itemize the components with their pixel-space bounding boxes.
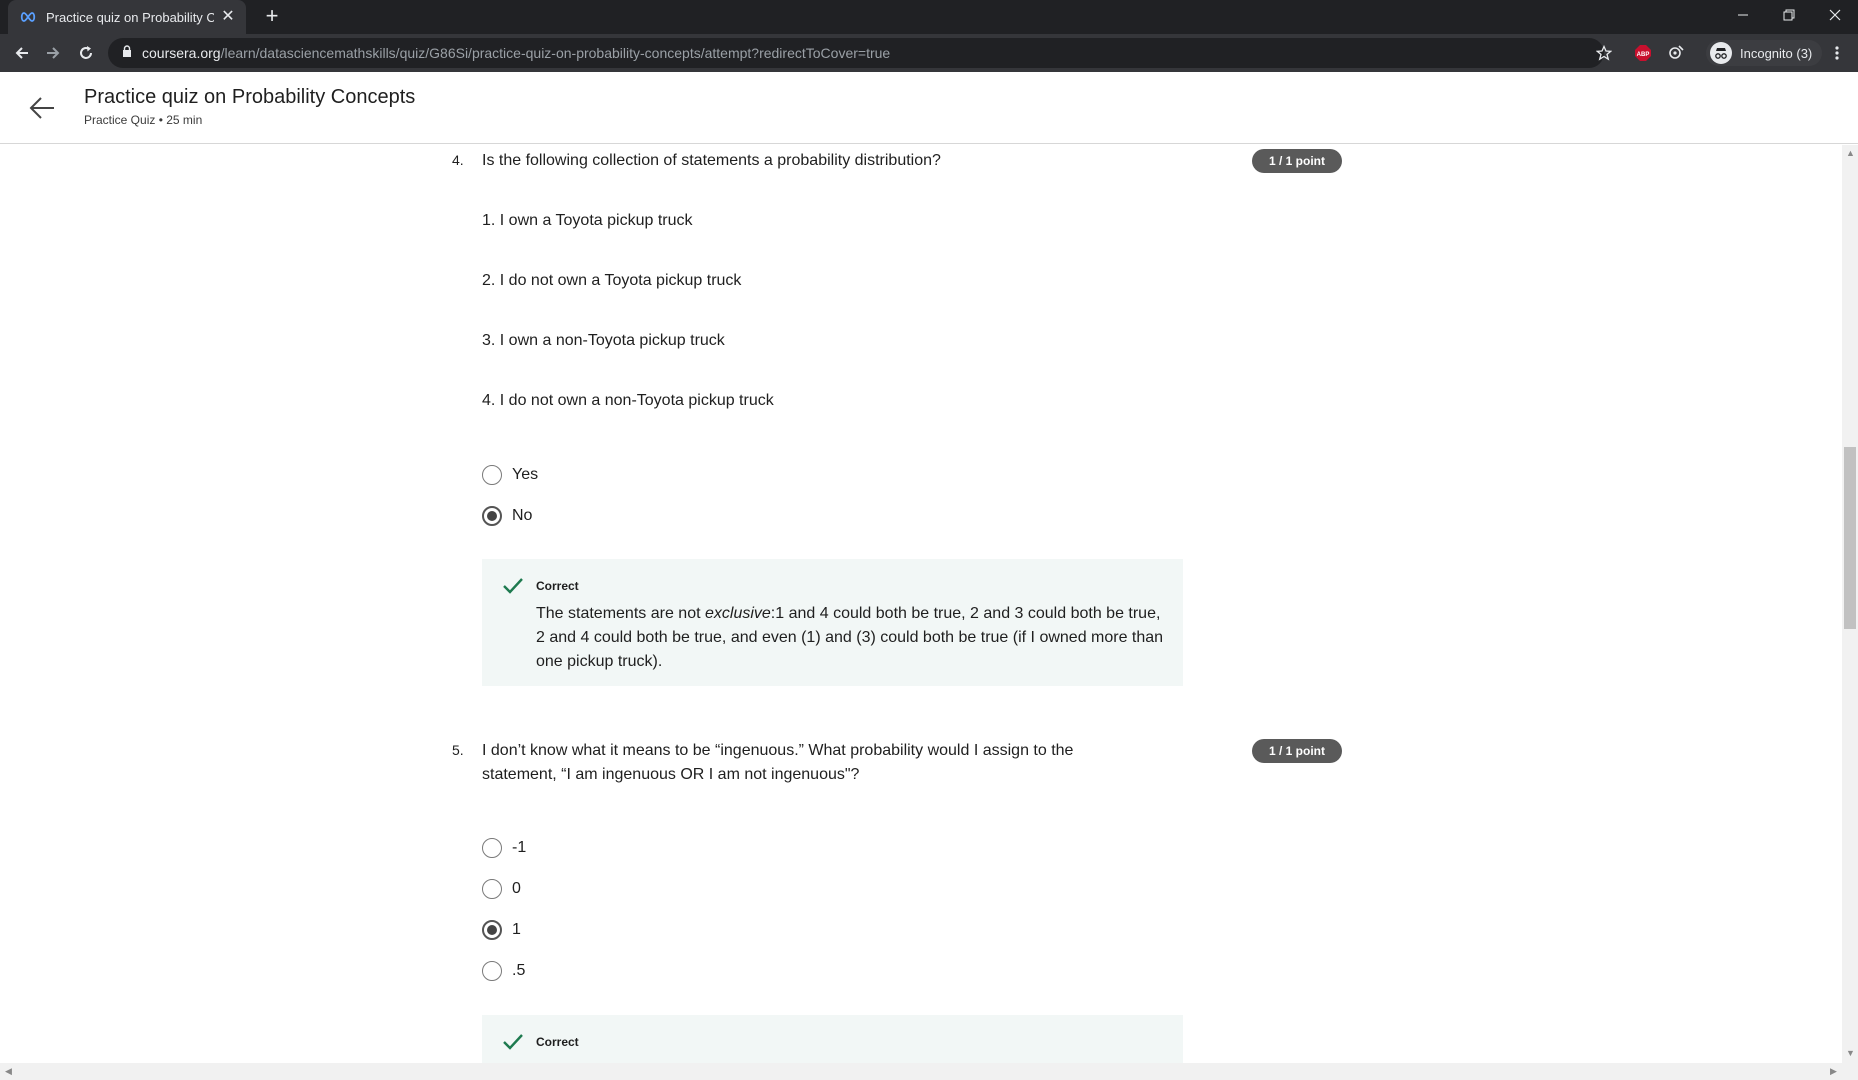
scroll-right-arrow-icon[interactable]: ▶ bbox=[1830, 1066, 1837, 1077]
incognito-profile-button[interactable]: Incognito (3) bbox=[1706, 40, 1823, 66]
scroll-left-arrow-icon[interactable]: ◀ bbox=[5, 1066, 12, 1077]
incognito-icon bbox=[1710, 42, 1732, 64]
option-label: Yes bbox=[512, 466, 539, 483]
statement-3: 3. I own a non-Toyota pickup truck bbox=[482, 332, 725, 349]
radio-button[interactable] bbox=[482, 465, 502, 485]
feedback-box: Correct bbox=[482, 1015, 1183, 1063]
option-1[interactable]: 1 bbox=[482, 919, 521, 941]
checkmark-icon bbox=[503, 578, 523, 594]
feedback-box: Correct The statements are not exclusive… bbox=[482, 559, 1183, 686]
browser-toolbar: coursera.org/learn/datasciencemathskills… bbox=[0, 34, 1858, 72]
address-bar[interactable]: coursera.org/learn/datasciencemathskills… bbox=[108, 38, 1604, 68]
forward-icon[interactable] bbox=[41, 41, 65, 65]
option-yes[interactable]: Yes bbox=[482, 464, 538, 486]
radio-button[interactable] bbox=[482, 838, 502, 858]
svg-text:ABP: ABP bbox=[1637, 52, 1650, 58]
page-title: Practice quiz on Probability Concepts bbox=[84, 86, 416, 108]
radio-button[interactable] bbox=[482, 879, 502, 899]
feedback-title: Correct bbox=[536, 1035, 579, 1049]
browser-menu-icon[interactable] bbox=[1826, 42, 1848, 64]
reload-icon[interactable] bbox=[74, 41, 98, 65]
radio-button-selected[interactable] bbox=[482, 506, 502, 526]
option-label: No bbox=[512, 507, 533, 524]
question-text: Is the following collection of statement… bbox=[482, 152, 941, 169]
bookmark-star-icon[interactable] bbox=[1593, 42, 1615, 64]
quiz-header: Practice quiz on Probability Concepts Pr… bbox=[0, 72, 1858, 144]
question-text: I don’t know what it means to be “ingenu… bbox=[482, 742, 1074, 783]
points-badge: 1 / 1 point bbox=[1252, 739, 1343, 763]
tab-title: Practice quiz on Probability Concepts bbox=[46, 9, 214, 25]
option-label: 1 bbox=[512, 921, 521, 938]
url-text: coursera.org/learn/datasciencemathskills… bbox=[142, 45, 891, 61]
minimize-icon[interactable] bbox=[1720, 0, 1766, 30]
statement-4: 4. I do not own a non-Toyota pickup truc… bbox=[482, 392, 774, 409]
question-number: 5. bbox=[452, 742, 464, 758]
browser-tab-bar: Practice quiz on Probability Concepts ✕ … bbox=[0, 0, 1858, 34]
profile-label: Incognito (3) bbox=[1740, 45, 1813, 61]
back-arrow-icon[interactable] bbox=[28, 94, 56, 122]
statement-2: 2. I do not own a Toyota pickup truck bbox=[482, 272, 742, 289]
scroll-down-arrow-icon[interactable]: ▼ bbox=[1846, 1048, 1855, 1058]
option-label: 0 bbox=[512, 880, 521, 897]
lock-icon bbox=[122, 44, 132, 62]
option-point-5[interactable]: .5 bbox=[482, 960, 525, 982]
new-tab-button[interactable]: + bbox=[260, 5, 284, 29]
checkmark-icon bbox=[503, 1034, 523, 1050]
browser-tab[interactable]: Practice quiz on Probability Concepts ✕ bbox=[8, 0, 246, 34]
question-number: 4. bbox=[452, 152, 464, 168]
page-subtitle: Practice Quiz • 25 min bbox=[84, 113, 203, 127]
restore-icon[interactable] bbox=[1766, 0, 1812, 30]
option-0[interactable]: 0 bbox=[482, 878, 521, 900]
option-label: .5 bbox=[512, 962, 526, 979]
extension-icon[interactable] bbox=[1665, 42, 1687, 64]
scrollbar-thumb[interactable] bbox=[1844, 447, 1856, 629]
tab-close-icon[interactable]: ✕ bbox=[220, 9, 236, 25]
vertical-scrollbar[interactable]: ▲ ▼ bbox=[1842, 145, 1858, 1063]
feedback-text: The statements are not exclusive:1 and 4… bbox=[536, 605, 1164, 670]
option-no[interactable]: No bbox=[482, 505, 532, 527]
option-minus-1[interactable]: -1 bbox=[482, 837, 526, 859]
back-icon[interactable] bbox=[10, 41, 34, 65]
radio-button[interactable] bbox=[482, 961, 502, 981]
feedback-title: Correct bbox=[536, 579, 579, 593]
adblock-icon[interactable]: ABP bbox=[1632, 42, 1654, 64]
radio-button-selected[interactable] bbox=[482, 920, 502, 940]
option-label: -1 bbox=[512, 839, 527, 856]
horizontal-scrollbar[interactable]: ◀ ▶ bbox=[0, 1063, 1858, 1080]
quiz-content: 4. Is the following collection of statem… bbox=[0, 145, 1842, 1063]
close-window-icon[interactable] bbox=[1812, 0, 1858, 30]
scroll-up-arrow-icon[interactable]: ▲ bbox=[1846, 148, 1855, 158]
points-badge: 1 / 1 point bbox=[1252, 149, 1343, 173]
statement-1: 1. I own a Toyota pickup truck bbox=[482, 212, 693, 229]
coursera-infinity-icon bbox=[20, 9, 36, 25]
